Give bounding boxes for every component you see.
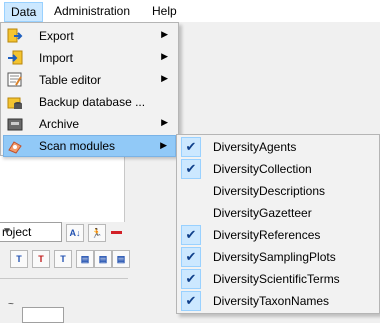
menu-bar: Data Administration Help xyxy=(0,0,380,22)
menu-administration[interactable]: Administration xyxy=(48,2,136,21)
submenu-arrow-icon: ▶ xyxy=(161,51,168,61)
toolbar-button-4[interactable]: ▤ xyxy=(76,250,94,268)
menu-item-archive[interactable]: Archive ▶ xyxy=(3,113,176,135)
submenu-item-diversitycollection[interactable]: ✔ DiversityCollection xyxy=(179,158,377,180)
submenu-arrow-icon: ▶ xyxy=(161,117,168,127)
checkmark-icon: ✔ xyxy=(181,225,201,245)
lower-panel-prefix: ~ xyxy=(8,299,14,310)
archive-icon xyxy=(7,116,23,132)
submenu-item-diversityscientificterms[interactable]: ✔ DiversityScientificTerms xyxy=(179,268,377,290)
submenu-arrow-icon: ▶ xyxy=(160,140,167,150)
lower-panel: ~ xyxy=(0,278,128,323)
toolbar-button-3[interactable]: T xyxy=(54,250,72,268)
menu-item-scan-modules[interactable]: Scan modules ▶ xyxy=(3,135,176,157)
checkmark-icon: ✔ xyxy=(181,159,201,179)
backup-database-icon xyxy=(7,94,23,110)
menu-item-table-editor[interactable]: Table editor ▶ xyxy=(3,69,176,91)
submenu-item-diversityreferences[interactable]: ✔ DiversityReferences xyxy=(179,224,377,246)
menu-item-import[interactable]: Import ▶ xyxy=(3,47,176,69)
menu-data[interactable]: Data xyxy=(4,2,44,22)
submenu-item-diversitygazetteer[interactable]: DiversityGazetteer xyxy=(179,202,377,224)
lower-panel-field[interactable] xyxy=(22,307,64,323)
submenu-arrow-icon: ▶ xyxy=(161,29,168,39)
chevron-down-icon: ▼ xyxy=(2,226,12,237)
export-icon xyxy=(7,28,23,44)
project-combo[interactable]: roject ▼ xyxy=(0,222,62,242)
submenu-item-diversitydescriptions[interactable]: DiversityDescriptions xyxy=(179,180,377,202)
toolbar-button-1[interactable]: T xyxy=(10,250,28,268)
sort-button[interactable]: A↓ xyxy=(66,224,84,242)
scan-modules-icon xyxy=(7,138,23,154)
checkmark-icon: ✔ xyxy=(181,247,201,267)
submenu-item-diversitytaxonnames[interactable]: ✔ DiversityTaxonNames xyxy=(179,290,377,312)
menu-item-backup-database[interactable]: Backup database ... xyxy=(3,91,176,113)
table-editor-icon xyxy=(7,72,23,88)
submenu-item-diversityagents[interactable]: ✔ DiversityAgents xyxy=(179,136,377,158)
data-menu: Export ▶ Import ▶ Table editor ▶ Backup … xyxy=(0,22,179,157)
remove-button[interactable] xyxy=(108,224,126,242)
checkmark-icon: ✔ xyxy=(181,137,201,157)
scan-modules-submenu: ✔ DiversityAgents ✔ DiversityCollection … xyxy=(176,134,380,314)
toolbar-button-6[interactable]: ▤ xyxy=(112,250,130,268)
menu-help[interactable]: Help xyxy=(146,2,183,21)
checkmark-icon: ✔ xyxy=(181,269,201,289)
submenu-item-diversitysamplingplots[interactable]: ✔ DiversitySamplingPlots xyxy=(179,246,377,268)
menu-item-export[interactable]: Export ▶ xyxy=(3,25,176,47)
import-icon xyxy=(7,50,23,66)
toolbar-button-2[interactable]: T xyxy=(32,250,50,268)
run-button[interactable]: 🏃 xyxy=(88,224,106,242)
submenu-arrow-icon: ▶ xyxy=(161,73,168,83)
checkmark-icon: ✔ xyxy=(181,291,201,311)
toolbar-button-5[interactable]: ▤ xyxy=(94,250,112,268)
